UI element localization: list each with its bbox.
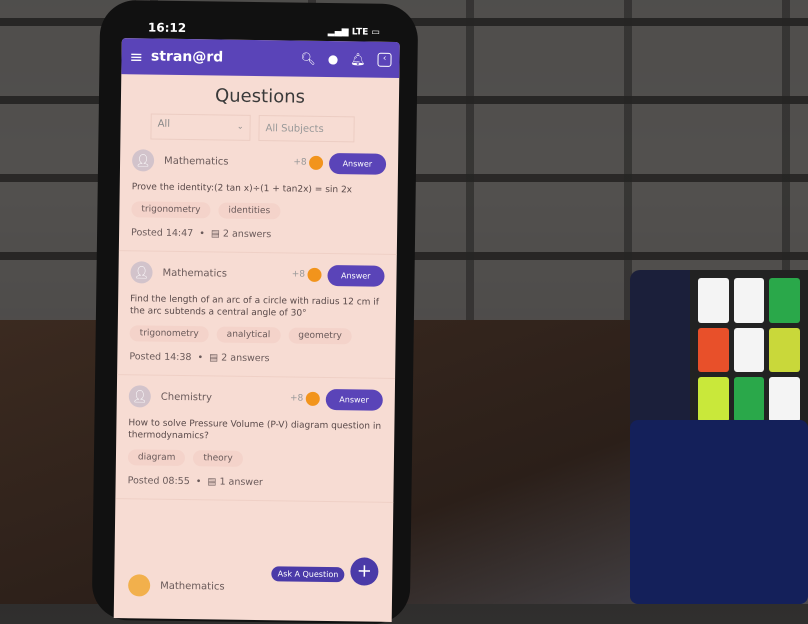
tag[interactable]: analytical	[216, 326, 281, 344]
answer-button[interactable]: Answer	[326, 264, 385, 287]
question-subject: Mathematics	[162, 267, 228, 280]
clock: 16:12	[147, 20, 187, 36]
question-text[interactable]: Find the length of an arc of a circle wi…	[130, 293, 384, 321]
avatar: 👤︎	[131, 149, 155, 172]
answer-button[interactable]: Answer	[325, 388, 383, 411]
tag[interactable]: identities	[218, 202, 281, 220]
coin-icon	[308, 155, 323, 170]
answer-count[interactable]: 2 answers	[221, 353, 269, 365]
answer-count[interactable]: 2 answers	[223, 229, 271, 241]
network-label: LTE	[351, 27, 369, 38]
tag[interactable]: geometry	[288, 327, 352, 345]
question-text[interactable]: Prove the identity:(2 tan x)÷(1 + tan2x)…	[132, 181, 386, 197]
app-header: ≡ stran@rd 🔍︎ ● 🔔︎ ‹	[121, 38, 400, 78]
points: +8	[291, 267, 322, 282]
question-card[interactable]: 👤︎ Chemistry +8 Answer How to solve Pres…	[115, 375, 396, 503]
question-card[interactable]: 👤︎ Mathematics +8 Answer Prove the ident…	[118, 139, 399, 255]
answers-icon: ▤	[210, 228, 220, 240]
posted-time: Posted 14:38	[129, 351, 192, 364]
points-value: +8	[293, 157, 307, 168]
chevron-down-icon: ⌄	[236, 121, 244, 131]
question-subject: Mathematics	[160, 580, 225, 593]
bell-icon[interactable]: 🔔︎	[350, 52, 365, 66]
points: +8	[289, 391, 320, 406]
menu-icon[interactable]: ≡	[129, 47, 143, 66]
posted-time: Posted 14:47	[131, 227, 194, 240]
question-subject: Chemistry	[160, 391, 213, 403]
tag[interactable]: diagram	[127, 449, 186, 467]
list-item[interactable]: Mathematics	[128, 574, 225, 597]
answer-button[interactable]: Answer	[328, 152, 387, 175]
answer-count[interactable]: 1 answer	[219, 477, 263, 489]
coin-icon	[306, 267, 322, 282]
search-icon[interactable]: 🔍︎	[300, 52, 315, 66]
ask-question-button[interactable]: Ask A Question	[271, 566, 345, 583]
app-logo[interactable]: stran@rd	[151, 49, 223, 66]
phone: 16:12 ▂▄▆ LTE ▭ ≡ stran@rd 🔍︎ ● 🔔︎ ‹ Que…	[91, 0, 419, 624]
rubiks-cube	[630, 270, 808, 604]
tag[interactable]: trigonometry	[131, 201, 211, 219]
avatar: 👤︎	[130, 261, 153, 284]
app-screen: ≡ stran@rd 🔍︎ ● 🔔︎ ‹ Questions All ⌄ All …	[113, 38, 400, 622]
page-title: Questions	[214, 85, 306, 108]
subject-input[interactable]: All Subjects	[258, 115, 355, 143]
question-subject: Mathematics	[164, 155, 229, 168]
posted-time: Posted 08:55	[127, 475, 190, 488]
avatar	[128, 574, 151, 597]
points-value: +8	[291, 269, 306, 280]
type-select-value: All	[157, 118, 171, 130]
question-card[interactable]: 👤︎ Mathematics +8 Answer Find the length…	[117, 251, 397, 379]
answers-icon: ▤	[209, 352, 219, 364]
avatar: 👤︎	[128, 385, 151, 408]
tag[interactable]: theory	[193, 450, 243, 467]
network-status: ▂▄▆ LTE ▭	[327, 26, 380, 38]
add-question-button[interactable]: +	[350, 557, 379, 586]
coin-icon	[305, 391, 320, 406]
tag[interactable]: trigonometry	[129, 325, 209, 343]
answers-icon: ▤	[207, 476, 217, 488]
points-value: +8	[289, 393, 304, 404]
points: +8	[293, 155, 323, 170]
type-select[interactable]: All ⌄	[150, 113, 251, 141]
back-icon[interactable]: ‹	[377, 52, 392, 67]
chat-icon[interactable]: ●	[328, 52, 339, 66]
question-text[interactable]: How to solve Pressure Volume (P-V) diagr…	[128, 417, 382, 445]
